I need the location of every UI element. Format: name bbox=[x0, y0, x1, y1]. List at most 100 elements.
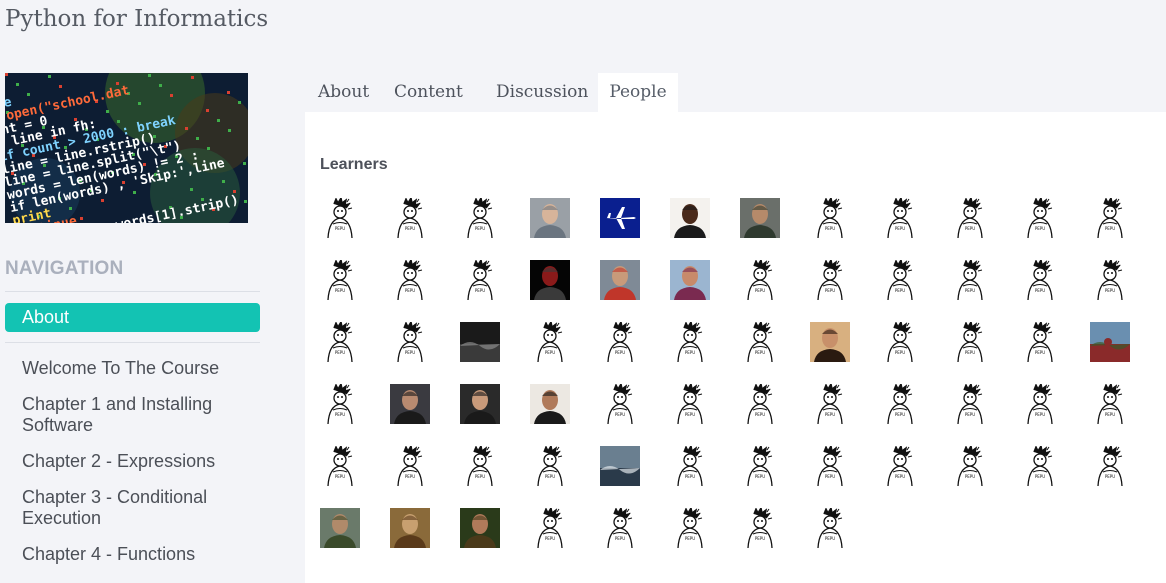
learner-avatar[interactable] bbox=[320, 508, 360, 548]
learner-avatar-default[interactable]: PEPU bbox=[390, 446, 430, 486]
learner-avatar[interactable] bbox=[600, 260, 640, 300]
learner-avatar-default[interactable]: PEPU bbox=[880, 322, 920, 362]
tab-discussion[interactable]: Discussion bbox=[496, 73, 588, 112]
svg-text:PEPU: PEPU bbox=[1105, 412, 1115, 417]
svg-text:PEPU: PEPU bbox=[1035, 288, 1045, 293]
learner-avatar-default[interactable]: PEPU bbox=[1020, 322, 1060, 362]
learner-avatar[interactable] bbox=[810, 322, 850, 362]
learner-avatar-default[interactable]: PEPU bbox=[530, 446, 570, 486]
nav-item-chapter-2[interactable]: Chapter 2 - Expressions bbox=[22, 451, 215, 472]
learner-avatar[interactable] bbox=[530, 260, 570, 300]
svg-text:PEPU: PEPU bbox=[405, 350, 415, 355]
learner-avatar-default[interactable]: PEPU bbox=[600, 322, 640, 362]
learner-avatar-default[interactable]: PEPU bbox=[600, 384, 640, 424]
tab-content-label: Content bbox=[394, 82, 463, 102]
learner-avatar[interactable] bbox=[670, 260, 710, 300]
learner-avatar-default[interactable]: PEPU bbox=[1020, 384, 1060, 424]
learners-heading: Learners bbox=[320, 156, 388, 173]
learner-avatar-default[interactable]: PEPU bbox=[670, 384, 710, 424]
learner-avatar-default[interactable]: PEPU bbox=[390, 260, 430, 300]
learner-avatar[interactable] bbox=[460, 384, 500, 424]
learner-avatar-default[interactable]: PEPU bbox=[810, 446, 850, 486]
learner-avatar-default[interactable]: PEPU bbox=[390, 322, 430, 362]
navigation-heading: NAVIGATION bbox=[5, 258, 124, 279]
learner-avatar-default[interactable]: PEPU bbox=[320, 384, 360, 424]
learner-avatar-default[interactable]: PEPU bbox=[670, 508, 710, 548]
learner-avatar-default[interactable]: PEPU bbox=[1020, 260, 1060, 300]
learner-avatar[interactable] bbox=[670, 198, 710, 238]
learner-avatar-default[interactable]: PEPU bbox=[1020, 198, 1060, 238]
nav-item-about[interactable]: About bbox=[5, 303, 260, 332]
nav-item-chapter-1[interactable]: Chapter 1 and Installing Software bbox=[22, 394, 232, 436]
nav-item-welcome[interactable]: Welcome To The Course bbox=[22, 358, 219, 379]
learner-avatar-default[interactable]: PEPU bbox=[950, 384, 990, 424]
learner-avatar-default[interactable]: PEPU bbox=[810, 260, 850, 300]
svg-text:PEPU: PEPU bbox=[755, 350, 765, 355]
learner-avatar[interactable] bbox=[390, 508, 430, 548]
learner-avatar[interactable] bbox=[1090, 322, 1130, 362]
learner-avatar-default[interactable]: PEPU bbox=[460, 446, 500, 486]
learner-avatar-default[interactable]: PEPU bbox=[810, 198, 850, 238]
learner-avatar[interactable] bbox=[600, 446, 640, 486]
svg-text:PEPU: PEPU bbox=[615, 350, 625, 355]
tab-content[interactable]: Content bbox=[394, 73, 463, 132]
learner-avatar[interactable] bbox=[460, 508, 500, 548]
svg-text:PEPU: PEPU bbox=[825, 412, 835, 417]
learner-avatar-default[interactable]: PEPU bbox=[950, 198, 990, 238]
learner-avatar[interactable] bbox=[530, 198, 570, 238]
learner-avatar[interactable] bbox=[390, 384, 430, 424]
learner-avatar-default[interactable]: PEPU bbox=[740, 384, 780, 424]
svg-text:PEPU: PEPU bbox=[895, 288, 905, 293]
learner-avatar-default[interactable]: PEPU bbox=[1020, 446, 1060, 486]
learner-avatar[interactable] bbox=[530, 384, 570, 424]
svg-text:PEPU: PEPU bbox=[895, 226, 905, 231]
learner-avatar-default[interactable]: PEPU bbox=[880, 446, 920, 486]
learner-avatar-default[interactable]: PEPU bbox=[670, 322, 710, 362]
learner-avatar-default[interactable]: PEPU bbox=[950, 446, 990, 486]
learner-avatar-default[interactable]: PEPU bbox=[880, 260, 920, 300]
tab-about[interactable]: About bbox=[318, 73, 369, 112]
learner-avatar[interactable] bbox=[740, 198, 780, 238]
learner-avatar-default[interactable]: PEPU bbox=[810, 384, 850, 424]
learner-avatar-default[interactable]: PEPU bbox=[460, 260, 500, 300]
learner-avatar-default[interactable]: PEPU bbox=[810, 508, 850, 548]
learner-avatar[interactable] bbox=[600, 198, 640, 238]
learner-avatar-default[interactable]: PEPU bbox=[740, 260, 780, 300]
learner-avatar-default[interactable]: PEPU bbox=[880, 384, 920, 424]
learner-avatar-default[interactable]: PEPU bbox=[1090, 384, 1130, 424]
learner-avatar-default[interactable]: PEPU bbox=[1090, 260, 1130, 300]
learner-avatar-default[interactable]: PEPU bbox=[740, 508, 780, 548]
learner-avatar-default[interactable]: PEPU bbox=[740, 322, 780, 362]
nav-item-chapter-3[interactable]: Chapter 3 - Conditional Execution bbox=[22, 487, 232, 529]
nav-item-chapter-4[interactable]: Chapter 4 - Functions bbox=[22, 544, 195, 565]
learner-avatar-default[interactable]: PEPU bbox=[320, 446, 360, 486]
learner-avatar-default[interactable]: PEPU bbox=[950, 322, 990, 362]
learner-avatar-default[interactable]: PEPU bbox=[600, 508, 640, 548]
svg-text:PEPU: PEPU bbox=[895, 474, 905, 479]
learner-avatar-default[interactable]: PEPU bbox=[950, 260, 990, 300]
learner-avatar-default[interactable]: PEPU bbox=[530, 508, 570, 548]
svg-text:PEPU: PEPU bbox=[685, 474, 695, 479]
tab-people-label: People bbox=[609, 82, 667, 102]
svg-text:PEPU: PEPU bbox=[965, 412, 975, 417]
learner-avatar-default[interactable]: PEPU bbox=[320, 260, 360, 300]
svg-text:PEPU: PEPU bbox=[475, 288, 485, 293]
svg-text:PEPU: PEPU bbox=[335, 412, 345, 417]
learner-avatar-default[interactable]: PEPU bbox=[460, 198, 500, 238]
learner-avatar-default[interactable]: PEPU bbox=[1090, 198, 1130, 238]
learner-avatar-default[interactable]: PEPU bbox=[320, 322, 360, 362]
learner-avatar-default[interactable]: PEPU bbox=[390, 198, 430, 238]
learner-avatar-default[interactable]: PEPU bbox=[1090, 446, 1130, 486]
svg-text:PEPU: PEPU bbox=[965, 288, 975, 293]
learner-avatar-default[interactable]: PEPU bbox=[320, 198, 360, 238]
svg-text:PEPU: PEPU bbox=[965, 226, 975, 231]
svg-text:PEPU: PEPU bbox=[335, 226, 345, 231]
svg-text:PEPU: PEPU bbox=[335, 474, 345, 479]
learner-avatar-default[interactable]: PEPU bbox=[880, 198, 920, 238]
learner-avatar[interactable] bbox=[460, 322, 500, 362]
tab-people[interactable]: People bbox=[598, 73, 678, 112]
learner-avatar-default[interactable]: PEPU bbox=[530, 322, 570, 362]
learner-avatar-default[interactable]: PEPU bbox=[670, 446, 710, 486]
learner-avatar-default[interactable]: PEPU bbox=[740, 446, 780, 486]
site-title[interactable]: Python for Informatics bbox=[5, 6, 268, 32]
